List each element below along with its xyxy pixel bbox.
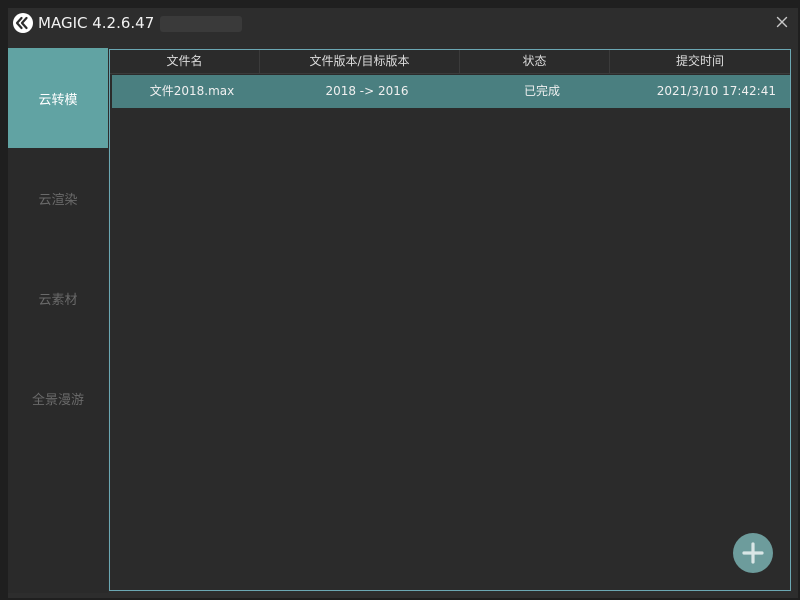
sidebar: 云转模 云渲染 云素材 全景漫游	[8, 48, 108, 593]
sidebar-item-label: 云渲染	[38, 192, 78, 208]
sidebar-item-panorama-tour[interactable]: 全景漫游	[8, 348, 108, 448]
sidebar-item-cloud-convert[interactable]: 云转模	[8, 48, 108, 148]
redacted-text	[160, 16, 242, 32]
plus-icon	[742, 542, 764, 564]
app-window: MAGIC 4.2.6.47 云转模 云渲染 云素材 全景漫游 文件名 文件版本…	[8, 8, 798, 598]
cell-submitted: 2021/3/10 17:42:41	[656, 84, 776, 98]
add-task-button[interactable]	[733, 533, 773, 573]
cell-version: 2018 -> 2016	[325, 84, 409, 98]
title-bar: MAGIC 4.2.6.47	[8, 8, 798, 48]
table-row[interactable]: 文件2018.max 2018 -> 2016 已完成 2021/3/10 17…	[112, 75, 790, 108]
task-table-panel: 文件名 文件版本/目标版本 状态 提交时间 文件2018.max 2018 ->…	[109, 49, 791, 591]
sidebar-item-label: 全景漫游	[31, 392, 84, 408]
close-icon[interactable]	[774, 14, 790, 30]
sidebar-item-label: 云素材	[38, 292, 78, 308]
column-header-status[interactable]: 状态	[460, 50, 610, 73]
sidebar-item-cloud-assets[interactable]: 云素材	[8, 248, 108, 348]
column-header-version[interactable]: 文件版本/目标版本	[260, 50, 460, 73]
cell-filename: 文件2018.max	[149, 84, 235, 98]
cell-status: 已完成	[523, 84, 560, 98]
window-title: MAGIC 4.2.6.47	[38, 14, 155, 32]
table-header: 文件名 文件版本/目标版本 状态 提交时间	[110, 50, 790, 74]
sidebar-item-label: 云转模	[38, 92, 78, 108]
column-header-submitted[interactable]: 提交时间	[610, 50, 790, 73]
magic-logo-icon	[13, 13, 33, 33]
sidebar-item-cloud-render[interactable]: 云渲染	[8, 148, 108, 248]
column-header-filename[interactable]: 文件名	[110, 50, 260, 73]
